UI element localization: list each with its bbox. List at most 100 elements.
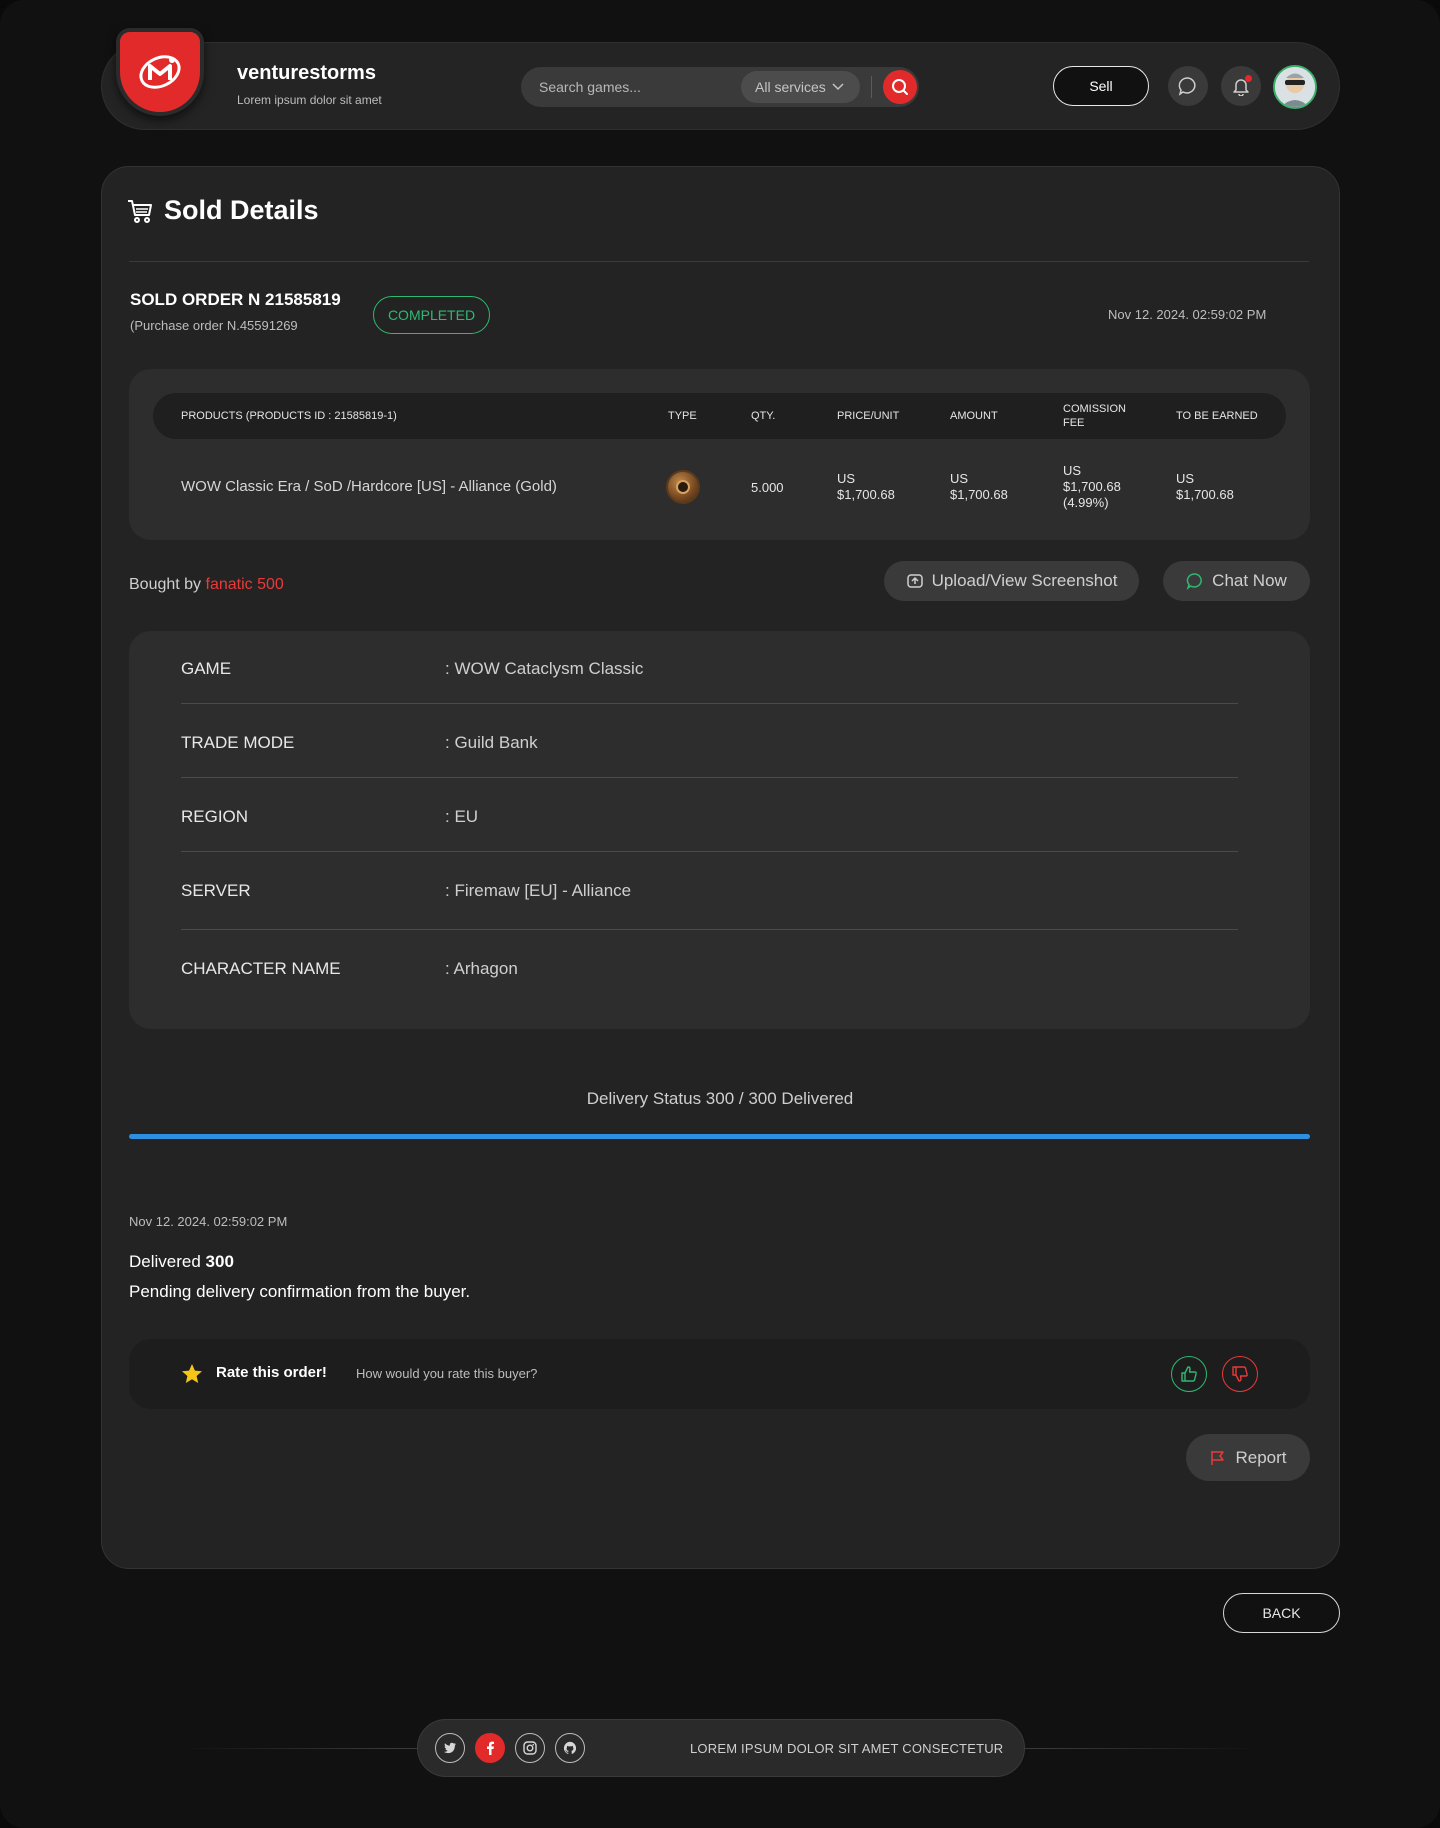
flag-icon bbox=[1211, 1450, 1225, 1465]
notifications-button[interactable] bbox=[1221, 66, 1261, 106]
character-name-label: CHARACTER NAME bbox=[181, 959, 341, 978]
history-delivered-prefix: Delivered bbox=[129, 1252, 201, 1271]
status-badge: COMPLETED bbox=[373, 296, 490, 334]
gold-coin-icon bbox=[666, 470, 700, 504]
column-header-qty: QTY. bbox=[751, 410, 776, 422]
details-divider bbox=[181, 703, 1238, 704]
search-bar: All services bbox=[521, 67, 919, 107]
upload-screenshot-label: Upload/View Screenshot bbox=[931, 571, 1118, 590]
github-link[interactable] bbox=[555, 1733, 585, 1763]
rate-title: Rate this order! bbox=[216, 1364, 327, 1381]
cart-icon bbox=[128, 199, 152, 223]
twitter-link[interactable] bbox=[435, 1733, 465, 1763]
game-value: : WOW Cataclysm Classic bbox=[445, 659, 644, 678]
earned-currency: US bbox=[1176, 471, 1195, 486]
twitter-icon bbox=[443, 1742, 456, 1754]
screenshot-icon bbox=[906, 574, 923, 588]
price-unit-cell: US $1,700.68 bbox=[837, 471, 895, 503]
brand-tagline: Lorem ipsum dolor sit amet bbox=[237, 93, 382, 107]
trade-mode-value: : Guild Bank bbox=[445, 733, 538, 752]
avatar-image bbox=[1275, 67, 1315, 107]
report-button[interactable]: Report bbox=[1186, 1434, 1310, 1481]
chevron-down-icon bbox=[832, 83, 844, 91]
region-label: REGION bbox=[181, 807, 249, 826]
user-avatar[interactable] bbox=[1273, 65, 1317, 109]
column-header-fee-line1: COMISSION bbox=[1063, 403, 1126, 415]
column-header-earned: TO BE EARNED bbox=[1176, 410, 1258, 422]
character-name-value: : Arhagon bbox=[445, 959, 518, 978]
column-header-product: PRODUCTS (PRODUCTS ID : 21585819-1) bbox=[181, 410, 397, 422]
region-value: : EU bbox=[445, 807, 479, 826]
thumbs-up-icon bbox=[1181, 1366, 1197, 1382]
column-header-fee-line2: FEE bbox=[1063, 417, 1085, 429]
footer-text: LOREM IPSUM DOLOR SIT AMET CONSECTETUR bbox=[690, 1741, 1004, 1756]
delivery-progress-bar bbox=[129, 1134, 1310, 1139]
earned-value: $1,700.68 bbox=[1176, 487, 1234, 502]
search-icon bbox=[892, 79, 908, 95]
details-divider bbox=[181, 777, 1238, 778]
history-pending-text: Pending delivery confirmation from the b… bbox=[129, 1282, 471, 1301]
instagram-link[interactable] bbox=[515, 1733, 545, 1763]
report-label: Report bbox=[1235, 1447, 1287, 1467]
facebook-icon bbox=[487, 1741, 494, 1755]
game-label: GAME bbox=[181, 659, 232, 678]
thumbs-down-icon bbox=[1232, 1366, 1248, 1382]
thumbs-down-button[interactable] bbox=[1222, 1356, 1258, 1392]
page: venturestorms Lorem ipsum dolor sit amet… bbox=[0, 0, 1440, 1828]
amount-cell: US $1,700.68 bbox=[950, 471, 1008, 503]
amount-value: $1,700.68 bbox=[950, 487, 1008, 502]
buyer-name-link[interactable]: fanatic 500 bbox=[206, 576, 284, 593]
brand-logo[interactable] bbox=[116, 28, 204, 116]
details-divider bbox=[181, 929, 1238, 930]
notification-dot bbox=[1245, 75, 1252, 82]
column-header-type: TYPE bbox=[668, 410, 697, 422]
amount-currency: US bbox=[950, 471, 969, 486]
history-delivered-count: 300 bbox=[205, 1252, 234, 1271]
brand-name: venturestorms bbox=[237, 62, 376, 84]
price-unit-value: $1,700.68 bbox=[837, 487, 895, 502]
bought-by-prefix: Bought by bbox=[129, 576, 202, 593]
logo-emblem-icon bbox=[139, 55, 181, 89]
details-divider bbox=[181, 851, 1238, 852]
service-filter-label: All services bbox=[755, 79, 826, 95]
back-button[interactable]: BACK bbox=[1223, 1593, 1340, 1633]
sell-button[interactable]: Sell bbox=[1053, 66, 1149, 106]
page-title: Sold Details bbox=[164, 195, 319, 225]
server-value: : Firemaw [EU] - Alliance bbox=[445, 881, 632, 900]
thumbs-up-button[interactable] bbox=[1171, 1356, 1207, 1392]
fee-value: $1,700.68 bbox=[1063, 479, 1121, 494]
fee-cell: US $1,700.68 (4.99%) bbox=[1063, 463, 1121, 511]
trade-mode-label: TRADE MODE bbox=[181, 733, 295, 752]
search-button[interactable] bbox=[883, 70, 917, 104]
title-divider bbox=[129, 261, 1309, 262]
upload-screenshot-button[interactable]: Upload/View Screenshot bbox=[884, 561, 1139, 601]
purchase-order-number: (Purchase order N.45591269 bbox=[130, 318, 298, 333]
qty-cell: 5.000 bbox=[751, 480, 784, 495]
column-header-amount: AMOUNT bbox=[950, 410, 998, 422]
page-title-row: Sold Details bbox=[126, 195, 319, 226]
search-divider bbox=[871, 76, 872, 98]
facebook-link[interactable] bbox=[475, 1733, 505, 1763]
delivery-progress-fill bbox=[129, 1134, 1310, 1139]
price-unit-currency: US bbox=[837, 471, 856, 486]
messages-button[interactable] bbox=[1168, 66, 1208, 106]
order-date: Nov 12. 2024. 02:59:02 PM bbox=[1108, 307, 1267, 322]
search-input[interactable] bbox=[539, 77, 739, 97]
fee-percent: (4.99%) bbox=[1063, 495, 1109, 510]
fee-currency: US bbox=[1063, 463, 1082, 478]
service-filter-dropdown[interactable]: All services bbox=[741, 71, 860, 103]
history-date: Nov 12. 2024. 02:59:02 PM bbox=[129, 1214, 288, 1229]
chat-now-button[interactable]: Chat Now bbox=[1163, 561, 1310, 601]
github-icon bbox=[563, 1741, 577, 1754]
bought-by: Bought by fanatic 500 bbox=[129, 576, 284, 594]
chat-bubble-icon bbox=[1186, 573, 1203, 590]
history-delivered: Delivered 300 bbox=[129, 1252, 234, 1272]
order-number: SOLD ORDER N 21585819 bbox=[130, 290, 341, 309]
delivery-status-text: Delivery Status 300 / 300 Delivered bbox=[586, 1089, 854, 1108]
rate-question: How would you rate this buyer? bbox=[356, 1366, 538, 1381]
earned-cell: US $1,700.68 bbox=[1176, 471, 1234, 503]
column-header-price-unit: PRICE/UNIT bbox=[837, 410, 900, 422]
server-label: SERVER bbox=[181, 881, 251, 900]
column-header-fee: COMISSION FEE bbox=[1063, 402, 1126, 430]
product-name-cell: WOW Classic Era / SoD /Hardcore [US] - A… bbox=[181, 478, 557, 495]
